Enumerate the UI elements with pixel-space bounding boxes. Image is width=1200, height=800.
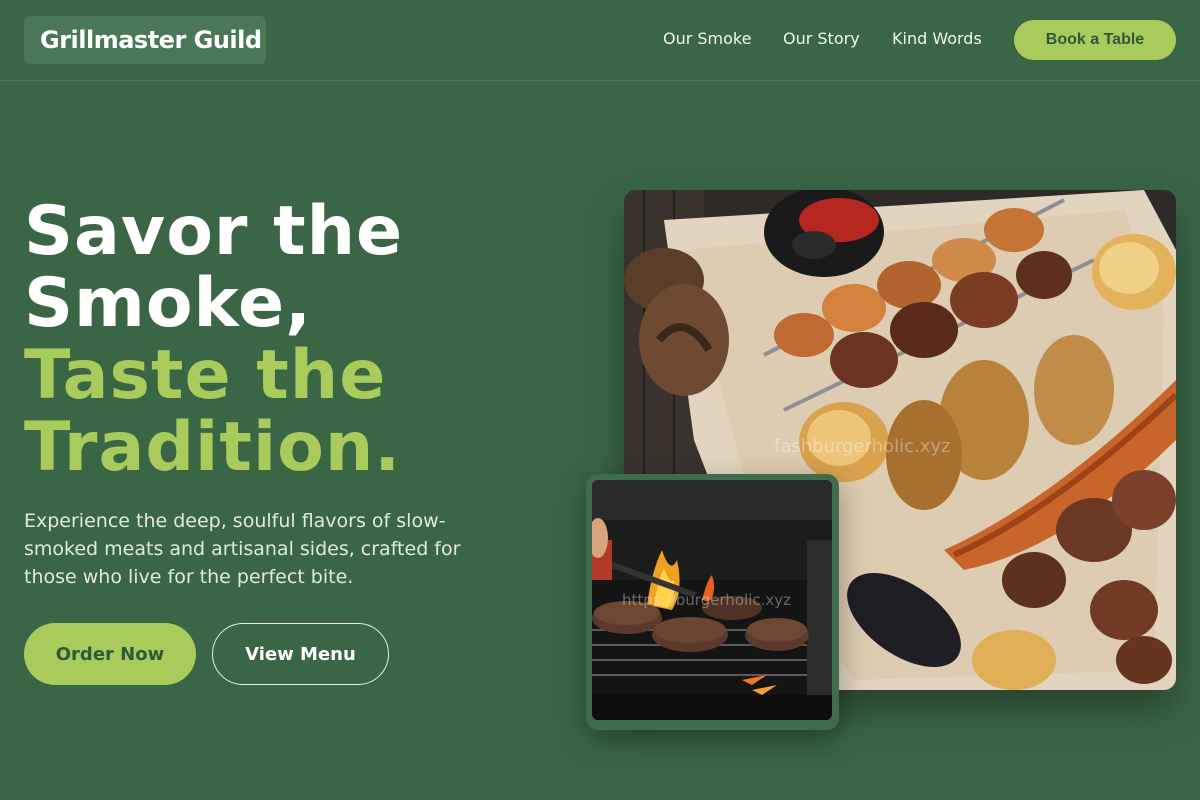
brand-logo[interactable]: Grillmaster Guild [24, 16, 266, 64]
book-table-button[interactable]: Book a Table [1014, 20, 1176, 60]
hero-title-line-3: Taste the [24, 336, 387, 415]
nav-link-our-story[interactable]: Our Story [783, 29, 860, 48]
grill-inset-frame: https://burgerholic.xyz [586, 474, 839, 730]
main-image-watermark: fashburgerholic.xyz [774, 436, 950, 457]
grill-image-watermark: https://burgerholic.xyz [622, 591, 791, 609]
hero-title-line-4: Tradition. [24, 408, 402, 487]
hero-title-line-1: Savor the [24, 192, 404, 271]
site-header: Grillmaster Guild Our Smoke Our Story Ki… [0, 0, 1200, 81]
hero-subtitle: Experience the deep, soulful flavors of … [24, 510, 461, 588]
grill-image: https://burgerholic.xyz [592, 480, 832, 720]
hero-title-line-2: Smoke, [24, 264, 312, 343]
nav-link-kind-words[interactable]: Kind Words [892, 29, 982, 48]
page: Grillmaster Guild Our Smoke Our Story Ki… [0, 0, 1200, 800]
nav-link-our-smoke[interactable]: Our Smoke [663, 29, 751, 48]
hero-title: Savor the Smoke, Taste the Tradition. [24, 196, 584, 484]
view-menu-button[interactable]: View Menu [212, 623, 389, 685]
order-now-button[interactable]: Order Now [24, 623, 196, 685]
